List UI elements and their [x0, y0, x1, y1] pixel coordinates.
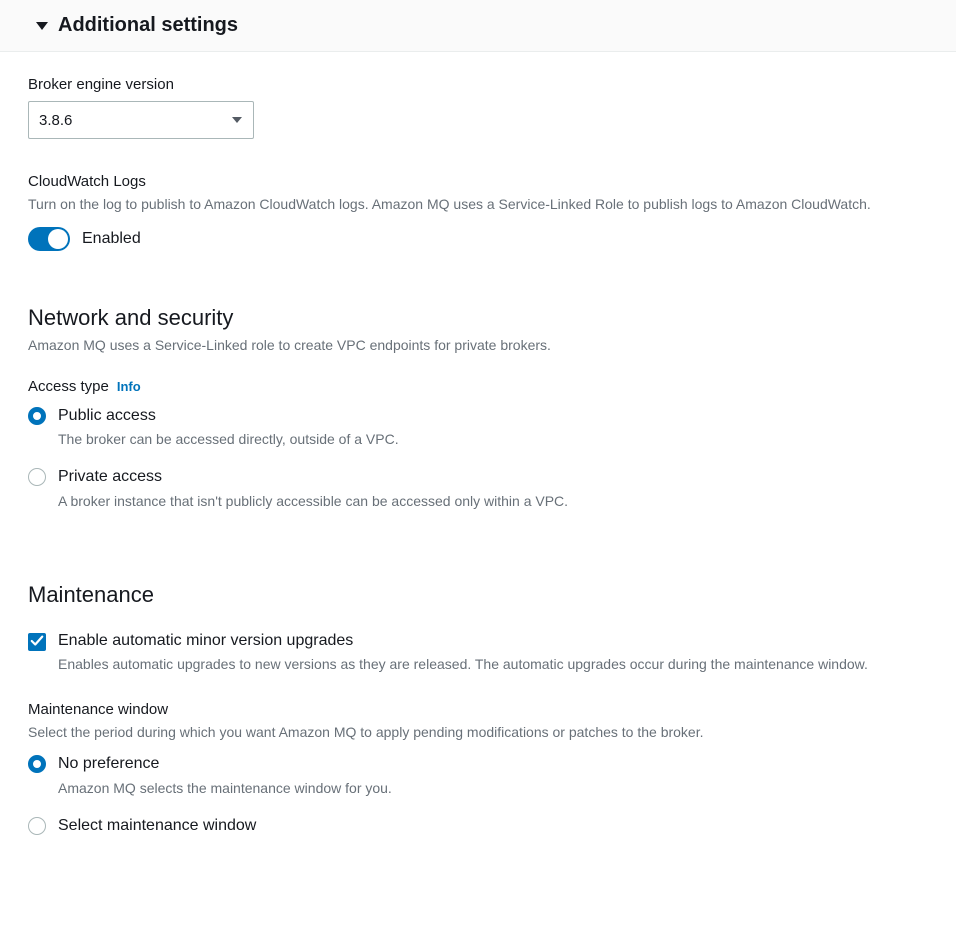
auto-upgrades-desc: Enables automatic upgrades to new versio… — [58, 654, 868, 675]
network-section-desc: Amazon MQ uses a Service-Linked role to … — [28, 335, 928, 356]
access-type-public[interactable]: Public access The broker can be accessed… — [28, 405, 928, 450]
public-access-title: Public access — [58, 405, 399, 427]
radio-unselected-icon[interactable] — [28, 468, 46, 486]
checkbox-checked-icon[interactable] — [28, 633, 46, 651]
toggle-knob-icon — [48, 229, 68, 249]
radio-unselected-icon[interactable] — [28, 817, 46, 835]
header-title: Additional settings — [58, 14, 238, 37]
broker-engine-label: Broker engine version — [28, 76, 928, 93]
no-preference-desc: Amazon MQ selects the maintenance window… — [58, 778, 392, 799]
additional-settings-header[interactable]: Additional settings — [0, 0, 956, 52]
collapse-caret-icon[interactable] — [36, 22, 48, 30]
private-access-title: Private access — [58, 466, 568, 488]
settings-content: Broker engine version 3.8.6 CloudWatch L… — [0, 52, 956, 893]
access-type-label: Access type — [28, 378, 109, 395]
access-type-label-row: Access type Info — [28, 378, 928, 395]
radio-selected-icon[interactable] — [28, 755, 46, 773]
radio-selected-icon[interactable] — [28, 407, 46, 425]
info-link[interactable]: Info — [117, 379, 141, 394]
cloudwatch-toggle-row: Enabled — [28, 227, 928, 251]
network-section-title: Network and security — [28, 305, 928, 331]
check-icon — [30, 634, 44, 648]
broker-engine-value[interactable]: 3.8.6 — [28, 101, 254, 139]
access-type-private[interactable]: Private access A broker instance that is… — [28, 466, 928, 511]
no-preference-title: No preference — [58, 753, 392, 775]
auto-minor-upgrades[interactable]: Enable automatic minor version upgrades … — [28, 630, 928, 675]
cloudwatch-heading: CloudWatch Logs — [28, 173, 928, 190]
maintenance-no-preference[interactable]: No preference Amazon MQ selects the main… — [28, 753, 928, 798]
cloudwatch-toggle-label: Enabled — [82, 230, 141, 248]
maintenance-window-desc: Select the period during which you want … — [28, 722, 928, 743]
select-window-title: Select maintenance window — [58, 815, 256, 837]
cloudwatch-toggle[interactable] — [28, 227, 70, 251]
private-access-desc: A broker instance that isn't publicly ac… — [58, 491, 568, 512]
maintenance-select-window[interactable]: Select maintenance window — [28, 815, 928, 837]
cloudwatch-description: Turn on the log to publish to Amazon Clo… — [28, 194, 928, 215]
maintenance-window-label: Maintenance window — [28, 701, 928, 718]
broker-engine-select[interactable]: 3.8.6 — [28, 101, 254, 139]
auto-upgrades-title: Enable automatic minor version upgrades — [58, 630, 868, 652]
public-access-desc: The broker can be accessed directly, out… — [58, 429, 399, 450]
maintenance-section-title: Maintenance — [28, 582, 928, 608]
